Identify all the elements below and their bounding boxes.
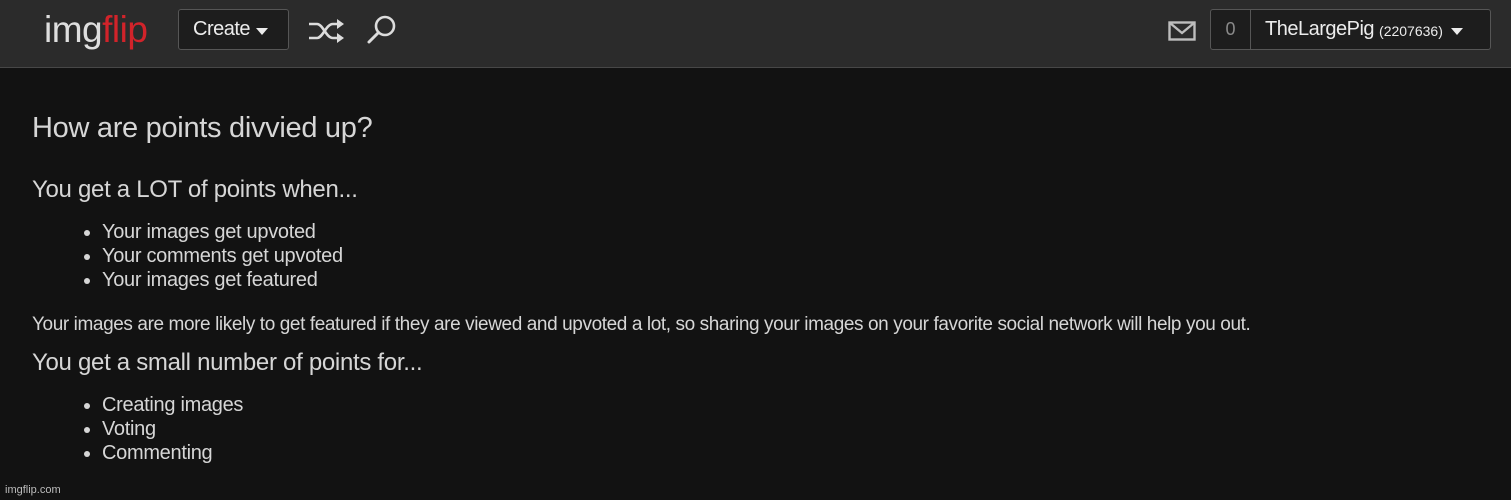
section-heading-lot-of-points: You get a LOT of points when... [32,176,358,203]
username: TheLargePig [1265,18,1375,40]
list-item: Your comments get upvoted [102,244,1492,268]
list-item: Your images get featured [102,268,1492,292]
small-points-list: Creating images Voting Commenting [32,393,1492,465]
create-dropdown-button[interactable]: Create [178,9,289,50]
lot-of-points-list: Your images get upvoted Your comments ge… [32,220,1492,292]
list-item: Creating images [102,393,1492,417]
search-icon[interactable] [366,14,398,46]
list-item: Voting [102,417,1492,441]
top-navigation-bar: imgflip Create 0 TheLargePig (2207636) [0,0,1511,68]
imgflip-watermark: imgflip.com [5,484,61,496]
main-content: How are points divvied up? You get a LOT… [32,108,1492,465]
notification-count[interactable]: 0 [1211,10,1251,49]
create-label: Create [193,18,251,40]
chevron-down-icon [256,27,269,35]
shuffle-icon[interactable] [308,18,346,44]
mail-icon[interactable] [1168,21,1196,41]
section-heading-small-points: You get a small number of points for... [32,349,423,376]
featured-explanation-paragraph: Your images are more likely to get featu… [32,314,1251,335]
logo-text-img: img [44,9,103,50]
page-title: How are points divvied up? [32,112,373,144]
user-points: (2207636) [1379,22,1443,39]
logo-text-flip: flip [102,9,148,50]
user-dropdown-button[interactable]: TheLargePig (2207636) [1251,18,1463,41]
user-menu[interactable]: 0 TheLargePig (2207636) [1210,9,1491,50]
list-item: Commenting [102,441,1492,465]
list-item: Your images get upvoted [102,220,1492,244]
imgflip-logo[interactable]: imgflip [44,9,148,50]
chevron-down-icon [1450,27,1463,35]
